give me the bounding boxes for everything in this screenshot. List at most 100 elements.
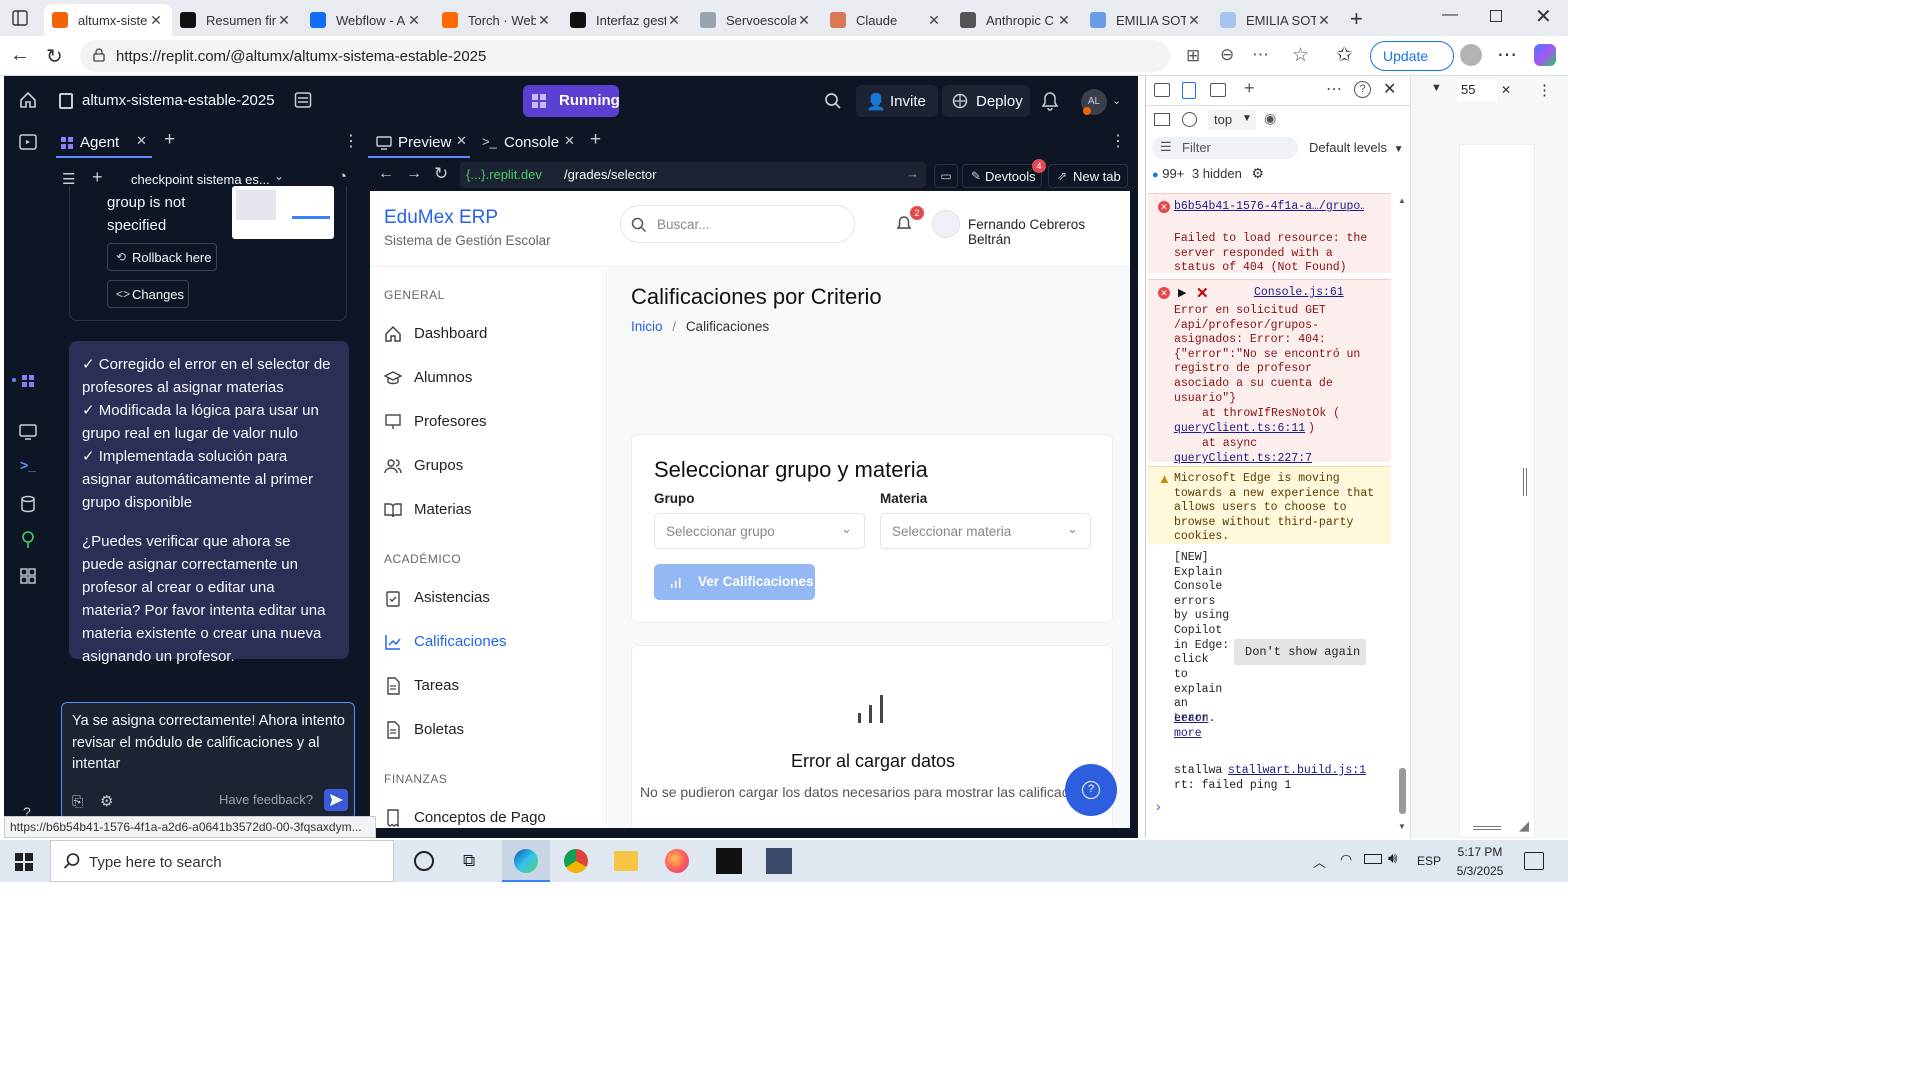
changes-button[interactable]: <> Changes [107, 280, 189, 308]
devtools-scrollbar[interactable]: ▲ ▼ [1396, 194, 1408, 834]
error2-stack1-link[interactable]: queryClient.ts:6:11 [1174, 422, 1305, 437]
preview-back-icon[interactable]: ← [378, 165, 394, 183]
app-icon[interactable]: ⊞ [1186, 46, 1200, 66]
scroll-up-icon[interactable]: ▲ [1398, 196, 1406, 205]
resize-corner-icon[interactable]: ◢ [1519, 818, 1529, 834]
nav-profesores[interactable]: Profesores [384, 410, 594, 436]
grupo-select[interactable]: Seleccionar grupo ⌄ [654, 513, 865, 549]
preview-rail-icon[interactable] [18, 422, 38, 442]
checkpoint-chevron-icon[interactable]: ⌄ [274, 169, 284, 183]
nav-tareas[interactable]: Tareas [384, 674, 594, 700]
settings-icon[interactable]: ⚙ [100, 792, 113, 810]
browser-tab[interactable]: Resumen fin ✕ [172, 4, 300, 36]
scroll-thumb[interactable] [1399, 768, 1406, 814]
project-info-icon[interactable] [294, 91, 312, 109]
help-icon[interactable]: ? [1354, 81, 1371, 98]
zoom-close-icon[interactable]: ✕ [1501, 83, 1511, 97]
browser-tab[interactable]: Servoescolar ✕ [692, 4, 820, 36]
side-pane-menu-icon[interactable]: ⋮ [1537, 81, 1552, 99]
reload-icon[interactable]: ↻ [46, 44, 63, 69]
taskbar-edge[interactable] [502, 840, 550, 882]
scroll-down-icon[interactable]: ▼ [1398, 822, 1406, 831]
console-tab[interactable]: >_ Console ✕ [478, 128, 575, 158]
language-indicator[interactable]: ESP [1417, 854, 1441, 868]
invite-button[interactable]: 👤 Invite [856, 85, 938, 117]
feedback-link[interactable]: Have feedback? [219, 792, 313, 807]
action-center-icon[interactable] [1524, 852, 1544, 870]
learn-more-link[interactable]: Learn more [1174, 712, 1230, 741]
update-button[interactable]: Update [1370, 41, 1454, 71]
new-chat-icon[interactable]: + [92, 167, 103, 188]
app-search-box[interactable]: Buscar... [620, 205, 855, 243]
start-icon[interactable] [14, 852, 34, 872]
checkpoint-thumbnail[interactable] [232, 186, 334, 239]
nav-calificaciones[interactable]: Calificaciones [384, 630, 594, 656]
more-icon[interactable]: ⋯ [1252, 45, 1269, 65]
inspect-icon[interactable] [1154, 83, 1170, 97]
taskbar-search[interactable]: Type here to search [50, 840, 394, 882]
favorites-icon[interactable]: ✩ [1336, 42, 1353, 67]
ver-calificaciones-button[interactable]: Ver Calificaciones [654, 564, 815, 600]
tab-close-icon[interactable]: ✕ [276, 12, 292, 29]
app-icon-blue[interactable] [766, 848, 792, 874]
all-tools-rail-icon[interactable] [18, 566, 38, 586]
tab-close-icon[interactable]: ✕ [1056, 12, 1072, 29]
devtools-button[interactable]: ✎ Devtools [962, 164, 1042, 188]
nav-boletas[interactable]: Boletas [384, 718, 594, 744]
back-icon[interactable]: ← [10, 44, 30, 67]
device-icon[interactable]: ▭ [934, 164, 958, 188]
add-panel-icon[interactable]: + [1244, 78, 1255, 99]
materia-select[interactable]: Seleccionar materia ⌄ [880, 513, 1091, 549]
game-app-icon[interactable] [716, 848, 742, 874]
browser-tab[interactable]: Interfaz gest ✕ [562, 4, 690, 36]
deploy-button[interactable]: Deploy [942, 85, 1030, 117]
close-window-icon[interactable]: ✕ [1535, 4, 1552, 29]
zoom-input[interactable]: 55 [1457, 79, 1497, 101]
tab-close-icon[interactable]: ✕ [536, 12, 552, 29]
app-bell-icon[interactable] [896, 215, 912, 233]
nav-asistencias[interactable]: Asistencias [384, 586, 594, 612]
app-brand[interactable]: EduMex ERP [384, 207, 498, 229]
maximize-icon[interactable] [1490, 10, 1502, 22]
browser-tab[interactable]: Torch · Webf ✕ [434, 4, 560, 36]
browser-tab[interactable]: altumx-siste ✕ [44, 4, 172, 36]
expand-icon[interactable]: ▶ [1178, 286, 1186, 299]
checkpoint-select[interactable]: checkpoint sistema es... [131, 172, 270, 187]
devtools-menu-icon[interactable]: ⋯ [1326, 79, 1342, 99]
preview-forward-icon[interactable]: → [406, 165, 422, 183]
preview-reload-icon[interactable]: ↻ [434, 164, 448, 184]
chat-input-text[interactable]: Ya se asigna correctamente! Ahora intent… [72, 711, 348, 776]
console-filter-input[interactable]: ☰ Filter [1152, 137, 1298, 159]
preview-tab-close-icon[interactable]: ✕ [456, 133, 467, 149]
tab-close-icon[interactable]: ✕ [406, 12, 422, 29]
preview-go-icon[interactable]: → [906, 166, 919, 181]
site-info-icon[interactable] [92, 48, 106, 62]
preview-tab[interactable]: Preview ✕ [368, 128, 470, 158]
home-icon[interactable] [18, 90, 38, 110]
firefox-icon[interactable] [665, 849, 689, 873]
tab-close-icon[interactable]: ✕ [148, 12, 164, 29]
file-explorer-icon[interactable] [614, 851, 638, 871]
help-floating-button[interactable]: ? [1065, 764, 1117, 816]
messages-count[interactable]: 99+ [1162, 166, 1184, 181]
send-button[interactable] [324, 789, 348, 811]
url-box[interactable]: https://replit.com/@altumx/altumx-sistem… [80, 40, 1309, 72]
last-log-link[interactable]: stallwart.build.js:1 [1228, 764, 1366, 779]
database-rail-icon[interactable] [18, 494, 38, 514]
tray-chevron-icon[interactable]: ︿ [1313, 852, 1326, 871]
error2-stack2-link[interactable]: queryClient.ts:227:7 [1174, 452, 1312, 467]
dont-show-again-button[interactable]: Don't show again [1234, 639, 1366, 665]
browser-tab[interactable]: Anthropic C ✕ [952, 4, 1080, 36]
settings-menu-icon[interactable]: ⋯ [1497, 42, 1517, 67]
context-select[interactable]: top ▼ [1208, 110, 1256, 130]
app-user-avatar[interactable]: FC [932, 210, 960, 238]
rollback-button[interactable]: ⟲ Rollback here [107, 243, 217, 271]
filter-dropdown-icon[interactable]: ▼ [1431, 82, 1442, 94]
git-rail-icon[interactable] [18, 530, 38, 550]
browser-tab[interactable]: Claude ✕ [822, 4, 950, 36]
tab-close-icon[interactable]: ✕ [666, 12, 682, 29]
profile-avatar[interactable] [1460, 44, 1482, 66]
agent-tab[interactable]: Agent ✕ [56, 128, 152, 158]
tab-close-icon[interactable]: ✕ [926, 12, 942, 29]
agent-new-tab-icon[interactable]: + [164, 129, 175, 151]
